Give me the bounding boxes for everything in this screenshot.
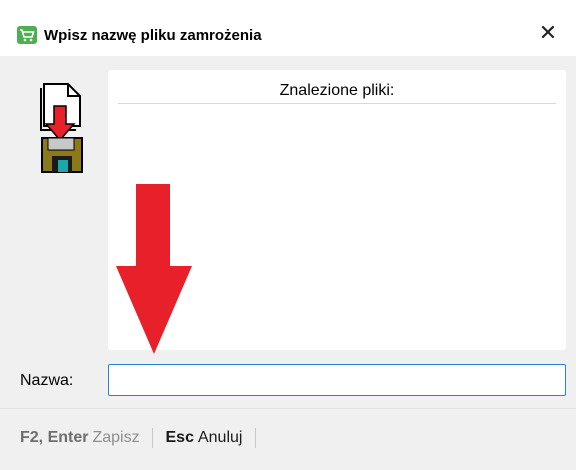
- list-header: Znalezione pliki:: [118, 80, 556, 104]
- save-action[interactable]: F2, Enter Zapisz: [20, 429, 140, 447]
- name-label: Nazwa:: [20, 372, 74, 389]
- close-button[interactable]: ✕: [530, 18, 566, 50]
- cancel-shortcut: Esc: [165, 429, 194, 446]
- dialog-window: Wpisz nazwę pliku zamrożenia ✕ Znalezion…: [0, 0, 576, 470]
- window-title: Wpisz nazwę pliku zamrożenia: [44, 27, 262, 44]
- footer-divider: [254, 428, 256, 448]
- close-icon: ✕: [538, 21, 558, 46]
- cart-icon: [17, 26, 37, 44]
- cancel-action[interactable]: Esc Anuluj: [166, 429, 243, 447]
- save-label: Zapisz: [92, 429, 140, 446]
- title-bar[interactable]: Wpisz nazwę pliku zamrożenia ✕: [0, 0, 576, 56]
- red-arrow-down-icon: [116, 184, 192, 354]
- save-shortcut: F2, Enter: [20, 429, 89, 446]
- footer-divider: [152, 428, 154, 448]
- cancel-label: Anuluj: [197, 429, 243, 446]
- footer-bar: F2, Enter Zapisz Esc Anuluj: [0, 408, 576, 470]
- save-file-icon: [40, 83, 83, 173]
- name-input[interactable]: [108, 364, 566, 396]
